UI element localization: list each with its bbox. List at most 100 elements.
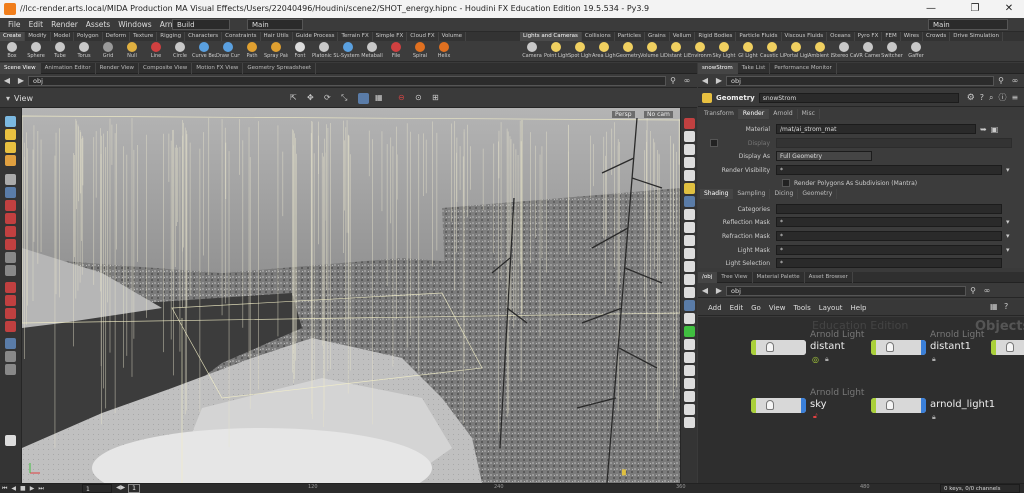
- scale-icon[interactable]: ⤡: [341, 93, 352, 104]
- grid-snap-icon[interactable]: [358, 93, 369, 104]
- network-menu-edit[interactable]: Edit: [726, 304, 748, 312]
- template-icon[interactable]: [683, 313, 695, 324]
- viewport-layout-icon[interactable]: [5, 364, 16, 375]
- help-icon[interactable]: ?: [980, 93, 984, 102]
- light-selection-field[interactable]: *: [776, 258, 1002, 268]
- ortho-icon[interactable]: [5, 338, 16, 349]
- material-browse-icon[interactable]: ▣: [991, 125, 999, 134]
- forward-icon[interactable]: ▶: [16, 76, 26, 86]
- handle-tool-icon[interactable]: [5, 142, 16, 153]
- tool-environment-light[interactable]: Environment Light: [688, 41, 712, 62]
- tool-platonic-solids[interactable]: Platonic Solids: [312, 41, 336, 62]
- light-icon[interactable]: [683, 183, 695, 194]
- tool-file[interactable]: File: [384, 41, 408, 62]
- background-icon[interactable]: [683, 196, 695, 207]
- menu-assets[interactable]: Assets: [82, 18, 114, 32]
- tab-take-list[interactable]: Take List: [738, 62, 771, 74]
- hdr-icon[interactable]: [683, 391, 695, 402]
- stats-icon[interactable]: [683, 404, 695, 415]
- network-grid-icon[interactable]: ▦: [990, 302, 998, 311]
- param-subtab-shading[interactable]: Shading: [700, 189, 734, 199]
- display-options-icon[interactable]: [683, 118, 695, 129]
- grid-display-icon[interactable]: [683, 300, 695, 311]
- tool-grid[interactable]: Grid: [96, 41, 120, 62]
- categories-field[interactable]: [776, 204, 1002, 214]
- tool-metaball[interactable]: Metaball: [360, 41, 384, 62]
- node-distant1[interactable]: [871, 340, 926, 355]
- prim-numbers-icon[interactable]: [683, 261, 695, 272]
- display-icon[interactable]: ▦: [375, 93, 386, 104]
- param-menu-icon[interactable]: ≡: [1012, 93, 1019, 102]
- tool-volume-light[interactable]: Volume Light: [640, 41, 664, 62]
- guide-icon[interactable]: [683, 326, 695, 337]
- right-pin-icon[interactable]: ⚲: [996, 76, 1006, 86]
- tab-animation-editor[interactable]: Animation Editor: [41, 62, 96, 74]
- node-distant[interactable]: [751, 340, 806, 355]
- tab-composite-view[interactable]: Composite View: [139, 62, 193, 74]
- tool-vr-camera[interactable]: VR Camera: [856, 41, 880, 62]
- uv-icon[interactable]: [683, 287, 695, 298]
- tool-helix[interactable]: Helix: [432, 41, 456, 62]
- node-arnold-light1[interactable]: [871, 398, 926, 413]
- tool-line[interactable]: Line: [144, 41, 168, 62]
- secure-selection-icon[interactable]: [5, 200, 16, 211]
- network-back-icon[interactable]: ◀: [700, 286, 710, 296]
- tool-distant-light[interactable]: Distant Light: [664, 41, 688, 62]
- ruler-icon[interactable]: [683, 417, 695, 428]
- network-help-icon[interactable]: ?: [1004, 302, 1008, 311]
- network-menu-tools[interactable]: Tools: [789, 304, 814, 312]
- network-menu-help[interactable]: Help: [847, 304, 871, 312]
- pin-icon[interactable]: ⚲: [668, 76, 678, 86]
- viewport-collapse-icon[interactable]: ▾: [6, 94, 10, 103]
- tool-box[interactable]: Box: [0, 41, 24, 62]
- render-visibility-field[interactable]: *: [776, 165, 1002, 175]
- normals-icon[interactable]: [683, 235, 695, 246]
- snap-multi-icon[interactable]: [5, 321, 16, 332]
- wireframe-icon[interactable]: [683, 144, 695, 155]
- tab-motion-fx-view[interactable]: Motion FX View: [192, 62, 244, 74]
- tab-scene-view[interactable]: Scene View: [0, 62, 41, 74]
- snap-prim-icon[interactable]: [5, 295, 16, 306]
- orient-icon[interactable]: [5, 351, 16, 362]
- tool-stereo-camera[interactable]: Stereo Camera: [832, 41, 856, 62]
- main-right-select[interactable]: Main: [928, 19, 1008, 30]
- persp-menu[interactable]: Persp: [612, 111, 635, 118]
- material-field[interactable]: /mat/ai_strom_mat: [776, 124, 976, 134]
- tool-sky-light[interactable]: Sky Light: [712, 41, 736, 62]
- reflection-field[interactable]: *: [776, 217, 1002, 227]
- aa-icon[interactable]: [683, 378, 695, 389]
- tool-camera[interactable]: Camera: [520, 41, 544, 62]
- tool-spiral[interactable]: Spiral: [408, 41, 432, 62]
- tab-material-palette[interactable]: Material Palette: [753, 271, 805, 283]
- minimize-button[interactable]: —: [918, 2, 944, 16]
- back-icon[interactable]: ◀: [2, 76, 12, 86]
- select-whole-icon[interactable]: [5, 252, 16, 263]
- tool-circle[interactable]: Circle: [168, 41, 192, 62]
- network-menu-go[interactable]: Go: [747, 304, 765, 312]
- info-icon[interactable]: ⓘ: [999, 92, 1007, 103]
- scene-viewport[interactable]: █ Persp No cam: [22, 108, 680, 483]
- param-tab-render[interactable]: Render: [738, 109, 770, 119]
- light-mask-field[interactable]: *: [776, 245, 1002, 255]
- right-forward-icon[interactable]: ▶: [714, 76, 724, 86]
- frame-step-icon[interactable]: ◀▶: [116, 484, 125, 491]
- pose-tool-icon[interactable]: [5, 155, 16, 166]
- snap-point-icon[interactable]: [5, 308, 16, 319]
- select-mode-icon[interactable]: ⇱: [290, 93, 301, 104]
- desktop-build-select[interactable]: Build: [172, 19, 230, 30]
- display-as-select[interactable]: Full Geometry: [776, 151, 872, 161]
- tool-geometry-light[interactable]: Geometry Light: [616, 41, 640, 62]
- shaded-icon[interactable]: [683, 157, 695, 168]
- tool-area-light[interactable]: Area Light: [592, 41, 616, 62]
- tool-ambient-light[interactable]: Ambient Light: [808, 41, 832, 62]
- subdivision-checkbox[interactable]: [782, 179, 790, 187]
- tab-geometry-spreadsheet[interactable]: Geometry Spreadsheet: [243, 62, 317, 74]
- menu-file[interactable]: File: [4, 18, 25, 32]
- vertex-icon[interactable]: [683, 248, 695, 259]
- select-connected-icon[interactable]: [5, 265, 16, 276]
- menu-windows[interactable]: Windows: [114, 18, 155, 32]
- camera-menu[interactable]: No cam: [644, 111, 673, 118]
- gear-icon[interactable]: ⚙: [967, 93, 975, 103]
- left-path-field[interactable]: obj: [28, 75, 666, 86]
- tool-sphere[interactable]: Sphere: [24, 41, 48, 62]
